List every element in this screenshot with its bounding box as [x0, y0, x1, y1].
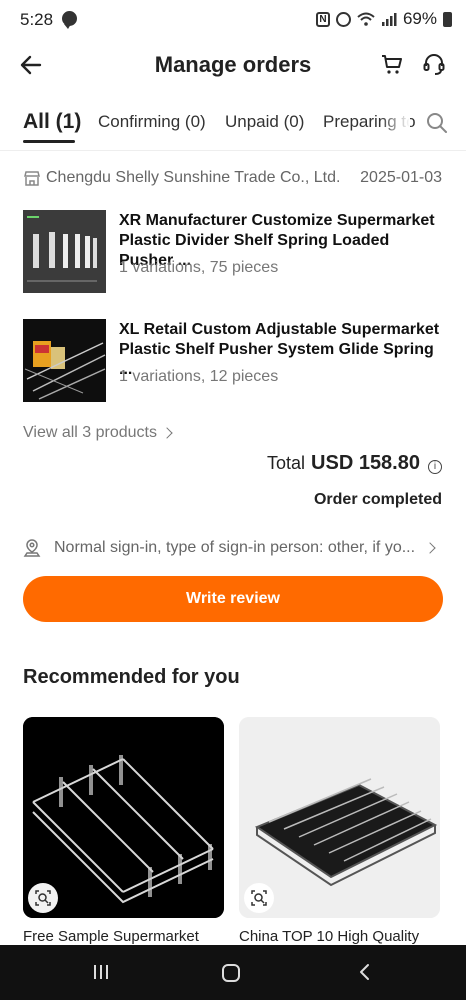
- active-tab-indicator: [23, 140, 75, 143]
- shelf-pusher-image: [23, 319, 106, 402]
- cart-icon[interactable]: [380, 52, 404, 76]
- signal-icon: [381, 13, 397, 26]
- image-search-icon[interactable]: [28, 883, 58, 913]
- view-all-products-link[interactable]: View all 3 products: [23, 424, 173, 442]
- write-review-button[interactable]: Write review: [23, 576, 443, 622]
- message-icon: [62, 11, 77, 29]
- status-bar: 5:28 N 69%: [0, 0, 466, 38]
- store-icon: [24, 171, 40, 186]
- product-thumbnail[interactable]: [23, 210, 106, 293]
- shelf-divider-image: [23, 210, 106, 293]
- total-label: Total: [267, 453, 306, 473]
- battery-icon: [443, 11, 452, 27]
- tab-fade: [380, 108, 410, 140]
- signin-info[interactable]: Normal sign-in, type of sign-in person: …: [54, 539, 414, 557]
- tab-unpaid[interactable]: Unpaid (0): [225, 112, 304, 132]
- customer-service-icon[interactable]: [422, 52, 446, 76]
- recent-apps-icon[interactable]: [92, 963, 110, 981]
- product-thumbnail[interactable]: [23, 319, 106, 402]
- recommended-item-card[interactable]: [239, 717, 440, 918]
- tab-all[interactable]: All (1): [23, 110, 81, 134]
- recommended-item-name[interactable]: Free Sample Supermarket: [23, 928, 199, 945]
- battery-percent: 69%: [402, 9, 437, 28]
- status-icons: N 69%: [315, 9, 452, 29]
- chevron-right-icon: [161, 427, 173, 439]
- recommended-item-name[interactable]: China TOP 10 High Quality: [239, 928, 419, 945]
- store-name[interactable]: Chengdu Shelly Sunshine Trade Co., Ltd.: [46, 169, 340, 187]
- product-variations: 1 variations, 12 pieces: [119, 368, 279, 385]
- view-all-label: View all 3 products: [23, 424, 157, 441]
- order-status-tabs: All (1) Confirming (0) Unpaid (0) Prepar…: [0, 100, 466, 148]
- image-search-icon[interactable]: [244, 883, 274, 913]
- nfc-icon: N: [315, 11, 330, 27]
- alarm-icon: [335, 11, 351, 27]
- app-header: Manage orders: [0, 38, 466, 92]
- info-icon[interactable]: i: [428, 460, 442, 474]
- location-pin-icon: [23, 539, 41, 557]
- product-variations: 1 variations, 75 pieces: [119, 259, 279, 276]
- tab-confirming[interactable]: Confirming (0): [98, 112, 206, 132]
- recommended-heading: Recommended for you: [23, 666, 240, 688]
- total-amount: USD 158.80: [311, 452, 420, 474]
- system-nav-bar: [0, 945, 466, 1000]
- order-total: Total USD 158.80 i: [267, 452, 442, 475]
- home-icon[interactable]: [222, 964, 240, 982]
- order-date: 2025-01-03: [360, 169, 442, 186]
- order-status: Order completed: [313, 491, 442, 508]
- divider: [0, 150, 466, 151]
- back-icon[interactable]: [356, 963, 374, 981]
- wifi-icon: [357, 12, 375, 26]
- status-time: 5:28: [20, 10, 54, 29]
- recommended-item-card[interactable]: [23, 717, 224, 918]
- search-icon[interactable]: [426, 112, 448, 134]
- chevron-right-icon[interactable]: [424, 542, 436, 554]
